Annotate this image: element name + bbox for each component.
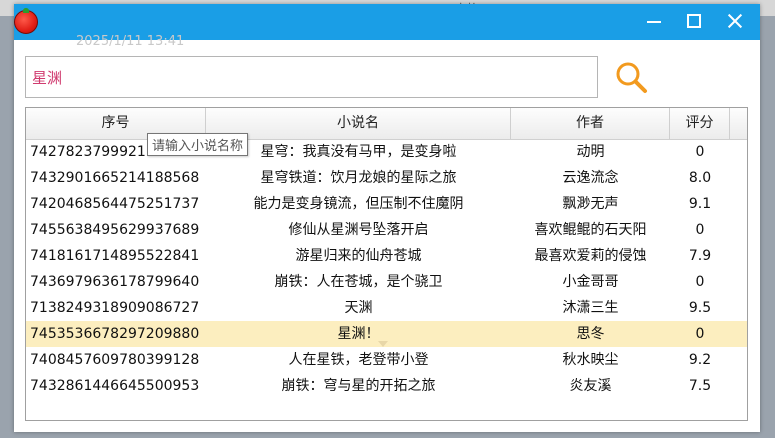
cell-name: 天渊: [344, 300, 373, 316]
table-row[interactable]: 7408457609780399128 人在星铁，老登带小登 秋水映尘 9.2: [26, 347, 747, 373]
client-area: 2025/1/11 13:412025/1/10 13:572025/1/10 …: [14, 34, 760, 432]
cell-score: 9.5: [688, 300, 712, 316]
search-button[interactable]: [614, 60, 650, 96]
cell-name: 崩铁：人在苍城，是个骁卫: [274, 274, 443, 290]
search-input[interactable]: [26, 57, 592, 97]
close-button[interactable]: [716, 4, 756, 38]
app-window: 2025/1/11 13:412025/1/10 13:572025/1/10 …: [14, 4, 760, 432]
cell-id: 7420468564475251737: [30, 196, 200, 212]
cell-author: 秋水映尘: [562, 352, 619, 368]
cell-score: 0: [695, 222, 705, 238]
cell-score: 9.1: [688, 196, 712, 212]
cell-author: 炎友溪: [569, 378, 612, 394]
results-table: 序号 小说名 作者 评分 7427823799921 星穹：我真没有马甲，是变身啦…: [25, 107, 748, 421]
magnifier-icon: [616, 62, 647, 93]
dropdown-caret-icon: [378, 341, 388, 347]
cell-score: 0: [695, 144, 705, 160]
cell-author: 飘渺无声: [562, 196, 619, 212]
column-header-filler: [730, 108, 747, 139]
table-header: 序号 小说名 作者 评分: [26, 108, 747, 140]
search-tooltip: 请输入小说名称: [147, 133, 249, 156]
column-header-author[interactable]: 作者: [511, 108, 670, 139]
cell-id: 7455638495629937689: [30, 222, 200, 238]
cell-author: 云逸流念: [562, 170, 619, 186]
table-row[interactable]: 7432901665214188568 星穹铁道：饮月龙娘的星际之旅 云逸流念 8.0: [26, 165, 747, 191]
table-row[interactable]: 7420468564475251737 能力是变身镜流，但压制不住魔阴 飘渺无声 9.…: [26, 191, 747, 217]
cell-score: 7.5: [688, 378, 712, 394]
cell-score: 9.2: [688, 352, 712, 368]
search-box[interactable]: [25, 56, 598, 98]
cell-author: 最喜欢爱莉的侵蚀: [534, 248, 647, 264]
table-row[interactable]: 7138249318909086727 天渊 沐潇三生 9.5: [26, 295, 747, 321]
cell-name: 星穹铁道：饮月龙娘的星际之旅: [260, 170, 457, 186]
minimize-button[interactable]: [634, 4, 674, 38]
cell-name: 崩铁：穹与星的开拓之旅: [281, 378, 436, 394]
table-row[interactable]: 7427823799921 星穹：我真没有马甲，是变身啦 动明 0: [26, 139, 747, 165]
cell-id: 7138249318909086727: [30, 300, 200, 316]
cell-name: 游星归来的仙舟苍城: [295, 248, 422, 264]
history-ghost-item: 2025/1/11 13:41: [76, 34, 185, 49]
cell-author: 动明: [576, 144, 605, 160]
table-row[interactable]: 7455638495629937689 修仙从星渊号坠落开启 喜欢鲲鲲的石天阳 0: [26, 217, 747, 243]
maximize-button[interactable]: [674, 4, 714, 38]
cell-name: 星穹：我真没有马甲，是变身啦: [260, 144, 457, 160]
table-row[interactable]: 7418161714895522841 游星归来的仙舟苍城 最喜欢爱莉的侵蚀 7.9: [26, 243, 747, 269]
cell-name: 能力是变身镜流，但压制不住魔阴: [253, 196, 464, 212]
cell-score: 8.0: [688, 170, 712, 186]
table-row[interactable]: 7436979636178799640 崩铁：人在苍城，是个骁卫 小金哥哥 0: [26, 269, 747, 295]
cell-score: 0: [695, 274, 705, 290]
column-header-name[interactable]: 小说名: [206, 108, 511, 139]
cell-score: 0: [695, 326, 705, 342]
table-row[interactable]: 7432861446645500953 崩铁：穹与星的开拓之旅 炎友溪 7.5: [26, 373, 747, 399]
cell-name: 星渊！: [337, 326, 380, 342]
cell-id: 7436979636178799640: [30, 274, 200, 290]
cell-name: 修仙从星渊号坠落开启: [288, 222, 429, 238]
cell-author: 沐潇三生: [562, 300, 619, 316]
tomato-app-icon: [14, 8, 38, 34]
cell-id: 7408457609780399128: [30, 352, 200, 368]
cell-id: 7432861446645500953: [30, 378, 200, 394]
cell-id: 7418161714895522841: [30, 248, 200, 264]
cell-id: 7453536678297209880: [30, 326, 200, 342]
cell-id: 7432901665214188568: [30, 170, 200, 186]
cell-name: 人在星铁，老登带小登: [288, 352, 429, 368]
cell-author: 小金哥哥: [562, 274, 619, 290]
cell-author: 思冬: [576, 326, 605, 342]
cell-author: 喜欢鲲鲲的石天阳: [534, 222, 647, 238]
column-header-score[interactable]: 评分: [670, 108, 730, 139]
cell-score: 7.9: [688, 248, 712, 264]
